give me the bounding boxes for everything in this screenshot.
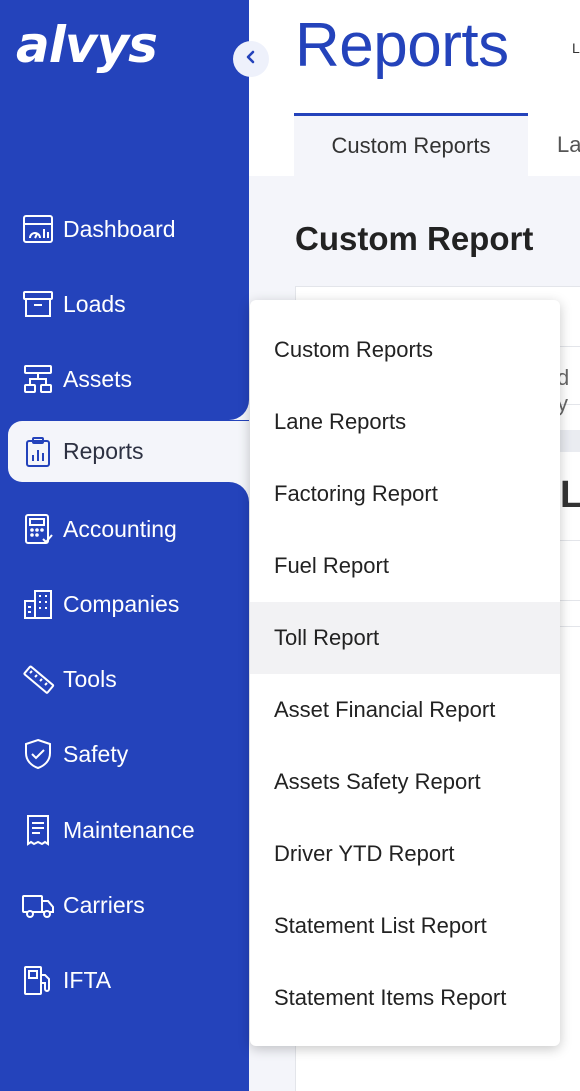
sidebar-item-ifta[interactable]: IFTA [8,950,249,1010]
tab-custom-reports[interactable]: Custom Reports [294,113,528,176]
header-right-fragment: L [572,40,580,56]
sidebar-item-accounting[interactable]: Accounting [8,499,249,559]
card-divider [558,600,580,601]
card-text-fragment: d y [557,365,570,416]
tab-lane-reports[interactable]: La [557,113,580,176]
sidebar-item-safety[interactable]: Safety [8,724,249,784]
clipboard-chart-icon [21,435,55,469]
buildings-icon [21,587,55,621]
card-divider [558,346,580,347]
sidebar-item-label: Accounting [63,515,177,542]
card-divider [558,430,580,452]
menu-item-assets-safety-report[interactable]: Assets Safety Report [250,746,560,818]
calculator-icon [21,512,55,546]
sidebar-item-label: Dashboard [63,215,176,242]
sidebar-item-label: Reports [63,438,144,464]
box-icon [21,287,55,321]
section-title: Custom Report [295,220,534,257]
truck-icon [21,888,55,922]
card-divider [558,626,580,627]
sidebar-item-label: Maintenance [63,816,195,843]
menu-item-custom-reports[interactable]: Custom Reports [250,314,560,386]
card-heading-fragment: L [560,474,580,516]
ruler-icon [21,662,55,696]
menu-item-asset-financial-report[interactable]: Asset Financial Report [250,674,560,746]
network-icon [21,362,55,396]
sidebar-item-label: IFTA [63,966,112,993]
sidebar-item-label: Safety [63,740,129,767]
sidebar-item-label: Companies [63,590,180,617]
sidebar-item-reports[interactable]: Reports [8,421,249,482]
menu-item-fuel-report[interactable]: Fuel Report [250,530,560,602]
sidebar-item-label: Tools [63,665,117,692]
sidebar-item-carriers[interactable]: Carriers [8,875,249,935]
menu-item-statement-list-report[interactable]: Statement List Report [250,890,560,962]
sidebar-item-dashboard[interactable]: Dashboard [8,199,249,259]
alvys-logo[interactable]: alvys [16,20,158,70]
shield-check-icon [21,737,55,771]
fuel-pump-icon [21,963,55,997]
sidebar-item-tools[interactable]: Tools [8,649,249,709]
sidebar-item-maintenance[interactable]: Maintenance [8,800,249,860]
sidebar-item-label: Loads [63,290,126,317]
sidebar-item-assets[interactable]: Assets [8,349,249,409]
menu-item-lane-reports[interactable]: Lane Reports [250,386,560,458]
card-divider [558,540,580,541]
page-header: Reports L Custom Reports La [249,0,580,176]
menu-item-toll-report[interactable]: Toll Report [250,602,560,674]
receipt-icon [21,813,55,847]
sidebar-item-label: Assets [63,365,133,392]
menu-item-factoring-report[interactable]: Factoring Report [250,458,560,530]
menu-item-statement-items-report[interactable]: Statement Items Report [250,962,560,1034]
collapse-sidebar-button[interactable] [233,41,269,77]
reports-dropdown-menu: Custom Reports Lane Reports Factoring Re… [250,300,560,1046]
chevron-left-icon [242,48,260,71]
sidebar-item-label: Carriers [63,891,145,918]
page-title: Reports [295,11,509,80]
sidebar: alvys Dashboard Loads Assets Reports Acc… [0,0,249,1091]
sidebar-item-loads[interactable]: Loads [8,274,249,334]
menu-item-driver-ytd-report[interactable]: Driver YTD Report [250,818,560,890]
dashboard-icon [21,212,55,246]
sidebar-item-companies[interactable]: Companies [8,574,249,634]
